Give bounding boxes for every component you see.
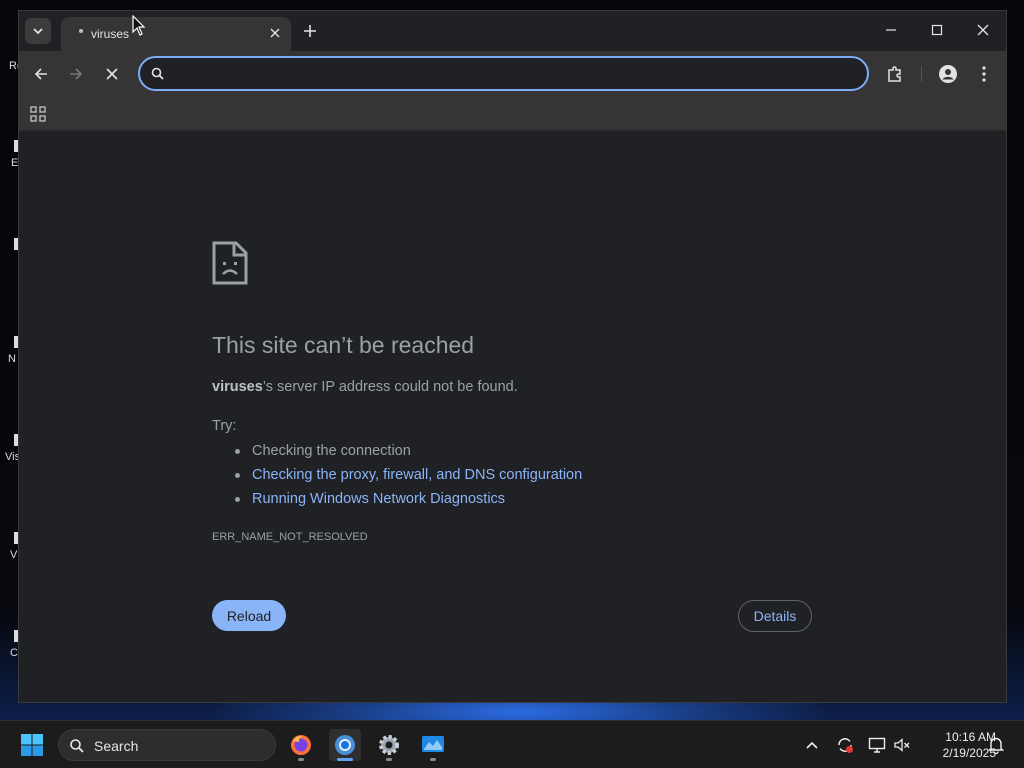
taskbar-firefox[interactable]	[285, 729, 317, 761]
settings-gear-icon	[379, 735, 399, 755]
browser-toolbar	[19, 51, 1006, 97]
browser-tab[interactable]: viruses	[61, 17, 291, 51]
tab-close-button[interactable]	[265, 23, 285, 43]
notifications-button[interactable]	[987, 736, 1005, 754]
bookmarks-bar	[19, 97, 1006, 131]
chevron-up-icon	[806, 741, 818, 749]
new-tab-button[interactable]	[299, 20, 321, 42]
maximize-icon	[931, 24, 943, 36]
profile-button[interactable]	[933, 59, 963, 89]
taskbar-app[interactable]	[417, 729, 449, 761]
error-description: viruses’s server IP address could not be…	[212, 379, 518, 395]
suggestion-check-proxy-link[interactable]: Checking the proxy, firewall, and DNS co…	[212, 465, 582, 489]
browser-window: viruses This site can’t be reached virus…	[18, 10, 1007, 703]
suggestion-check-connection: Checking the connection	[212, 441, 582, 465]
desktop-icon-label[interactable]: V	[10, 549, 17, 561]
close-window-button[interactable]	[960, 11, 1006, 49]
details-button[interactable]: Details	[738, 600, 812, 632]
search-icon	[151, 67, 164, 80]
suggestion-network-diagnostics-link[interactable]: Running Windows Network Diagnostics	[212, 489, 582, 513]
tab-title: viruses	[91, 27, 130, 41]
try-label: Try:	[212, 418, 237, 434]
page-title: This site can’t be reached	[212, 332, 475, 358]
arrow-right-icon	[70, 68, 83, 80]
tab-search-button[interactable]	[25, 18, 51, 44]
minimize-button[interactable]	[868, 11, 914, 49]
close-icon	[270, 28, 280, 38]
close-icon	[977, 24, 989, 36]
avatar-icon	[939, 65, 957, 83]
windows-start-icon[interactable]	[20, 733, 44, 757]
desktop-icon-label[interactable]: C	[10, 647, 18, 659]
menu-button[interactable]	[969, 59, 999, 89]
error-code: ERR_NAME_NOT_RESOLVED	[212, 531, 368, 543]
running-indicator	[386, 758, 392, 761]
tray-sync[interactable]	[836, 736, 854, 754]
plus-icon	[304, 25, 316, 37]
loading-favicon-icon	[79, 29, 83, 33]
tray-volume[interactable]	[893, 736, 911, 754]
clock-date: 2/19/2025	[942, 746, 996, 760]
stop-loading-button[interactable]	[97, 59, 127, 89]
arrow-left-icon	[34, 68, 47, 80]
close-icon	[106, 68, 118, 80]
puzzle-piece-icon	[888, 66, 901, 82]
back-button[interactable]	[26, 59, 56, 89]
taskbar-clock[interactable]: 10:16 AM 2/19/2025	[916, 729, 996, 761]
taskbar-chrome[interactable]	[329, 729, 361, 761]
tray-network[interactable]	[868, 736, 886, 754]
taskbar-settings[interactable]	[373, 729, 405, 761]
error-page: This site can’t be reached viruses’s ser…	[19, 131, 1006, 702]
address-bar[interactable]	[138, 56, 869, 91]
maximize-button[interactable]	[914, 11, 960, 49]
title-bar[interactable]: viruses	[19, 11, 1006, 51]
apps-grid-icon[interactable]	[29, 105, 47, 123]
speaker-muted-icon	[894, 738, 910, 752]
error-host: viruses	[212, 379, 263, 395]
active-indicator	[337, 758, 353, 761]
running-indicator	[298, 758, 304, 761]
sync-alert-icon	[838, 738, 853, 753]
kebab-menu-icon	[982, 66, 986, 82]
desktop-icon-label[interactable]: N	[8, 353, 16, 365]
taskbar: Search 10:16 AM 2/19/2025	[0, 720, 1024, 768]
extensions-button[interactable]	[880, 59, 910, 89]
search-icon	[70, 739, 84, 753]
error-description-text: ’s server IP address could not be found.	[262, 379, 518, 395]
taskbar-search[interactable]: Search	[58, 729, 276, 761]
mouse-pointer-icon	[132, 15, 146, 36]
monitor-app-icon	[422, 736, 444, 752]
reload-button[interactable]: Reload	[212, 600, 286, 631]
running-indicator	[430, 758, 436, 761]
show-hidden-icons-button[interactable]	[803, 736, 821, 754]
address-input[interactable]	[174, 62, 854, 86]
firefox-icon	[291, 735, 311, 755]
chrome-icon	[335, 735, 355, 755]
clock-time: 10:16 AM	[945, 730, 996, 744]
minimize-icon	[886, 29, 896, 31]
search-label: Search	[94, 738, 139, 754]
network-monitor-icon	[868, 737, 886, 753]
suggestion-list: Checking the connection Checking the pro…	[212, 441, 582, 513]
forward-button[interactable]	[61, 59, 91, 89]
chevron-down-icon	[33, 28, 43, 35]
sad-page-icon	[212, 241, 248, 285]
toolbar-divider	[921, 66, 922, 82]
bell-icon	[988, 737, 1004, 754]
